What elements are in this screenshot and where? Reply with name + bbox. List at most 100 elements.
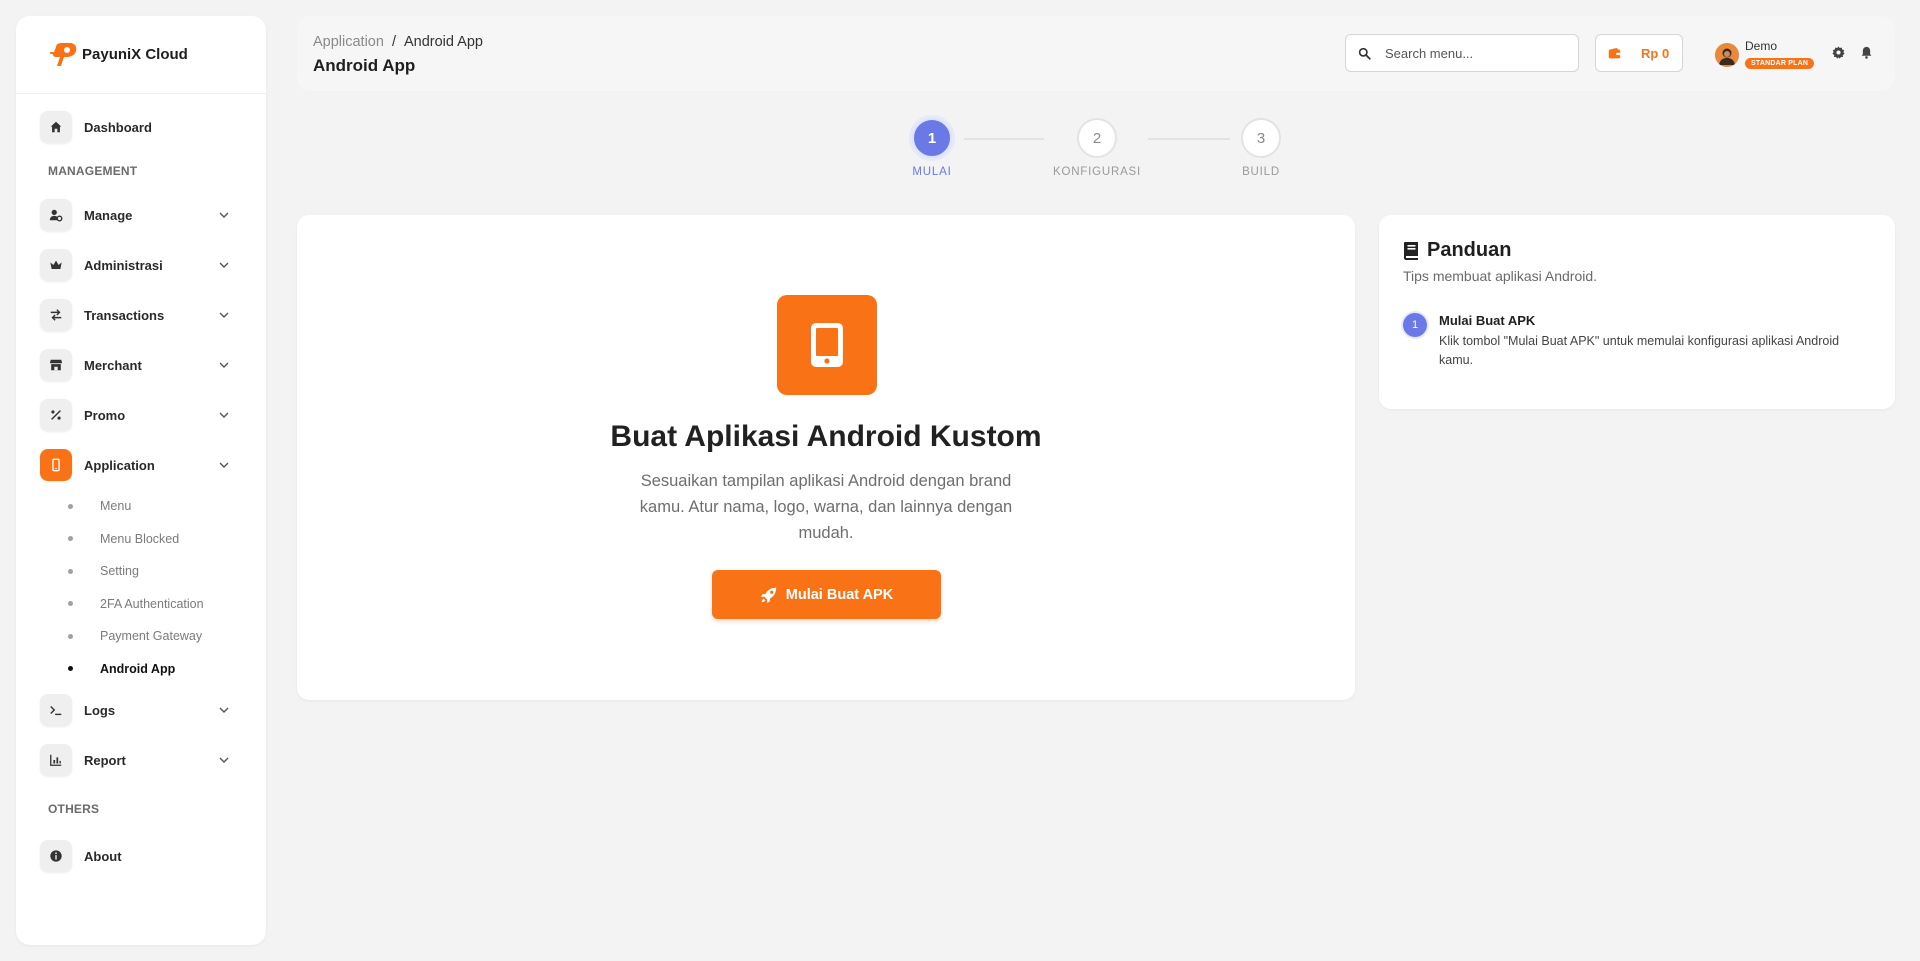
- sidebar-item-label: Transactions: [84, 307, 165, 323]
- store-icon: [40, 349, 72, 381]
- book-icon: [1404, 241, 1418, 260]
- sidebar-item-manage[interactable]: Manage: [16, 190, 266, 240]
- guide-card: Panduan Tips membuat aplikasi Android. 1…: [1379, 215, 1895, 409]
- submenu-item-label: Payment Gateway: [100, 629, 203, 644]
- tip-body: Klik tombol "Mulai Buat APK" untuk memul…: [1439, 334, 1840, 367]
- submenu-item-label: Android App: [100, 661, 176, 676]
- breadcrumb-separator: /: [391, 34, 396, 50]
- rocket-icon: [760, 587, 776, 603]
- chevron-down-icon[interactable]: [218, 459, 230, 471]
- submenu-item-label: Menu Blocked: [100, 531, 180, 546]
- balance-button[interactable]: Rp 0: [1595, 34, 1683, 72]
- sidebar-item-promo[interactable]: Promo: [16, 390, 266, 440]
- application-submenu: Menu Menu Blocked Setting 2FA Authentica…: [16, 490, 266, 685]
- page-title: Android App: [313, 56, 416, 75]
- main-description: Sesuaikan tampilan aplikasi Android deng…: [639, 472, 1013, 542]
- submenu-item-menu[interactable]: Menu: [54, 490, 266, 523]
- step-2-circle: 2: [1077, 118, 1117, 158]
- sidebar-item-label: About: [84, 848, 122, 864]
- breadcrumb-current: Android App: [403, 34, 483, 50]
- guide-title-text: Panduan: [1427, 239, 1512, 261]
- bullet-icon: [68, 568, 73, 574]
- user-menu[interactable]: Demo STANDAR PLAN: [1715, 39, 1815, 70]
- sidebar-item-dashboard[interactable]: Dashboard: [16, 102, 266, 152]
- submenu-item-label: 2FA Authentication: [100, 596, 204, 611]
- sidebar-item-report[interactable]: Report: [16, 735, 266, 785]
- user-name: Demo: [1745, 39, 1778, 53]
- brand-name: PayuniX Cloud: [82, 46, 188, 63]
- bullet-icon: [68, 503, 73, 509]
- terminal-icon: [40, 694, 72, 726]
- sidebar-item-label: Application: [84, 457, 155, 473]
- submenu-item-android-app[interactable]: Android App: [54, 653, 266, 686]
- guide-subtitle: Tips membuat aplikasi Android.: [1403, 268, 1598, 284]
- step-2-label: KONFIGURASI: [1052, 166, 1142, 178]
- sidebar-nav: Dashboard MANAGEMENT Manage Administrasi…: [16, 94, 266, 881]
- step-1-label: MULAI: [912, 166, 952, 178]
- sidebar-item-label: Merchant: [84, 357, 142, 373]
- mobile-icon: [40, 449, 72, 481]
- sidebar-item-label: Logs: [84, 702, 116, 718]
- submenu-item-setting[interactable]: Setting: [54, 555, 266, 588]
- step-3-label: BUILD: [1242, 166, 1280, 178]
- sidebar-item-merchant[interactable]: Merchant: [16, 340, 266, 390]
- tip-title: Mulai Buat APK: [1439, 313, 1536, 328]
- bell-icon[interactable]: [1860, 46, 1873, 59]
- sidebar-item-administrasi[interactable]: Administrasi: [16, 240, 266, 290]
- chart-icon: [40, 744, 72, 776]
- sidebar-item-label: Promo: [84, 407, 126, 423]
- breadcrumb: Application / Android App: [313, 34, 483, 50]
- sidebar-item-label: Report: [84, 752, 126, 768]
- percent-icon: [40, 399, 72, 431]
- sidebar-item-label: Manage: [84, 207, 133, 223]
- chevron-down-icon[interactable]: [218, 754, 230, 766]
- guide-title: Panduan: [1403, 239, 1511, 262]
- sidebar-item-transactions[interactable]: Transactions: [16, 290, 266, 340]
- step-connector: [1148, 138, 1230, 140]
- plan-badge: STANDAR PLAN: [1745, 58, 1815, 69]
- bullet-icon: [68, 666, 73, 672]
- search-input[interactable]: [1385, 45, 1565, 61]
- start-build-apk-button[interactable]: Mulai Buat APK: [712, 570, 941, 619]
- balance-amount: Rp 0: [1641, 45, 1670, 61]
- main-title: Buat Aplikasi Android Kustom: [610, 420, 1042, 453]
- chevron-down-icon[interactable]: [218, 209, 230, 221]
- search-icon: [1358, 47, 1371, 60]
- submenu-item-label: Setting: [100, 564, 139, 579]
- submenu-item-menu-blocked[interactable]: Menu Blocked: [54, 523, 266, 556]
- sidebar-item-label: Administrasi: [84, 257, 163, 273]
- chevron-down-icon[interactable]: [218, 309, 230, 321]
- sidebar-item-label: Dashboard: [84, 119, 152, 135]
- section-title-management: MANAGEMENT: [48, 164, 138, 178]
- main-card: Buat Aplikasi Android Kustom Sesuaikan t…: [297, 215, 1355, 700]
- top-bar: Application / Android App Android App Rp 0…: [297, 16, 1895, 91]
- brand[interactable]: PayuniX Cloud: [16, 16, 266, 94]
- step-1-circle: 1: [912, 118, 952, 158]
- sidebar: PayuniX Cloud Dashboard MANAGEMENT Manag…: [16, 16, 266, 945]
- bullet-icon: [68, 633, 73, 639]
- search-box[interactable]: [1345, 34, 1579, 72]
- chevron-down-icon[interactable]: [218, 704, 230, 716]
- start-build-apk-label: Mulai Buat APK: [785, 586, 894, 603]
- breadcrumb-parent[interactable]: Application: [313, 34, 384, 50]
- mobile-icon: [777, 295, 877, 395]
- sidebar-item-about[interactable]: About: [16, 831, 266, 881]
- tip-number: 1: [1403, 313, 1427, 337]
- submenu-item-payment-gateway[interactable]: Payment Gateway: [54, 620, 266, 653]
- wallet-icon: [1608, 47, 1621, 58]
- chevron-down-icon[interactable]: [218, 259, 230, 271]
- gear-icon[interactable]: [1832, 46, 1845, 59]
- logo-icon: [50, 42, 77, 66]
- user-meta: Demo STANDAR PLAN: [1745, 39, 1815, 70]
- submenu-item-label: Menu: [100, 499, 132, 514]
- bullet-icon: [68, 536, 73, 542]
- user-gear-icon: [40, 199, 72, 231]
- info-icon: [40, 840, 72, 872]
- sidebar-item-logs[interactable]: Logs: [16, 685, 266, 735]
- submenu-item-2fa[interactable]: 2FA Authentication: [54, 588, 266, 621]
- chevron-down-icon[interactable]: [218, 359, 230, 371]
- chevron-down-icon[interactable]: [218, 409, 230, 421]
- bullet-icon: [68, 601, 73, 607]
- home-icon: [40, 111, 72, 143]
- sidebar-item-application[interactable]: Application: [16, 440, 266, 490]
